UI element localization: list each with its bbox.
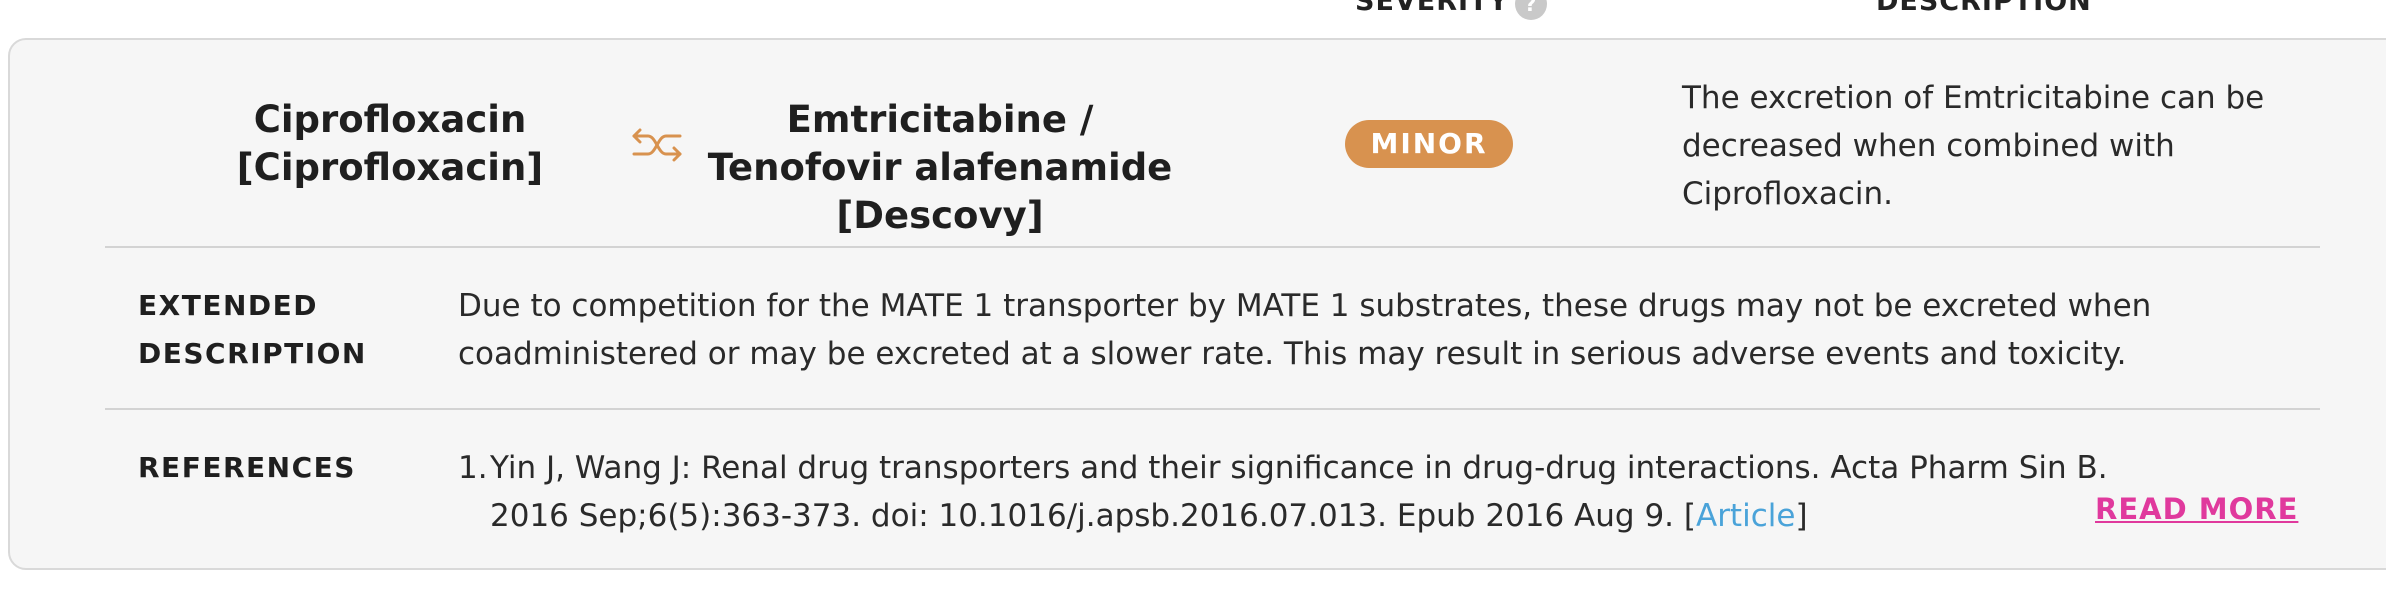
severity-badge: MINOR bbox=[1345, 120, 1513, 168]
extended-description-text: Due to competition for the MATE 1 transp… bbox=[458, 288, 2152, 372]
read-more-link[interactable]: READ MORE bbox=[2095, 492, 2298, 526]
drug-b-name: Emtricitabine / Tenofovir alafenamide [D… bbox=[707, 98, 1173, 237]
interaction-summary: The excretion of Emtricitabine can be de… bbox=[1682, 80, 2265, 212]
swap-arrows-icon bbox=[632, 128, 682, 162]
reference-number: 1. bbox=[458, 450, 488, 486]
references-label: REFERENCES bbox=[138, 451, 356, 484]
divider bbox=[105, 246, 2320, 248]
severity-header: SEVERITY bbox=[1355, 0, 1510, 17]
reference-suffix: ] bbox=[1795, 498, 1808, 534]
reference-body: Yin J, Wang J: Renal drug transporters a… bbox=[490, 444, 2138, 540]
reference-item: 1. Yin J, Wang J: Renal drug transporter… bbox=[458, 444, 2138, 540]
description-header: DESCRIPTION bbox=[1876, 0, 2092, 17]
extended-description-label: EXTENDED DESCRIPTION bbox=[138, 289, 367, 370]
reference-text: Yin J, Wang J: Renal drug transporters a… bbox=[490, 450, 2108, 534]
references-list: 1. Yin J, Wang J: Renal drug transporter… bbox=[458, 444, 2138, 540]
column-headers: SEVERITY ? DESCRIPTION bbox=[0, 0, 2386, 20]
article-link[interactable]: Article bbox=[1696, 498, 1795, 534]
interaction-card: Ciprofloxacin [Ciprofloxacin] Emtricitab… bbox=[8, 38, 2386, 570]
drug-a-name: Ciprofloxacin [Ciprofloxacin] bbox=[236, 98, 544, 189]
divider bbox=[105, 408, 2320, 410]
help-icon[interactable]: ? bbox=[1515, 0, 1547, 20]
